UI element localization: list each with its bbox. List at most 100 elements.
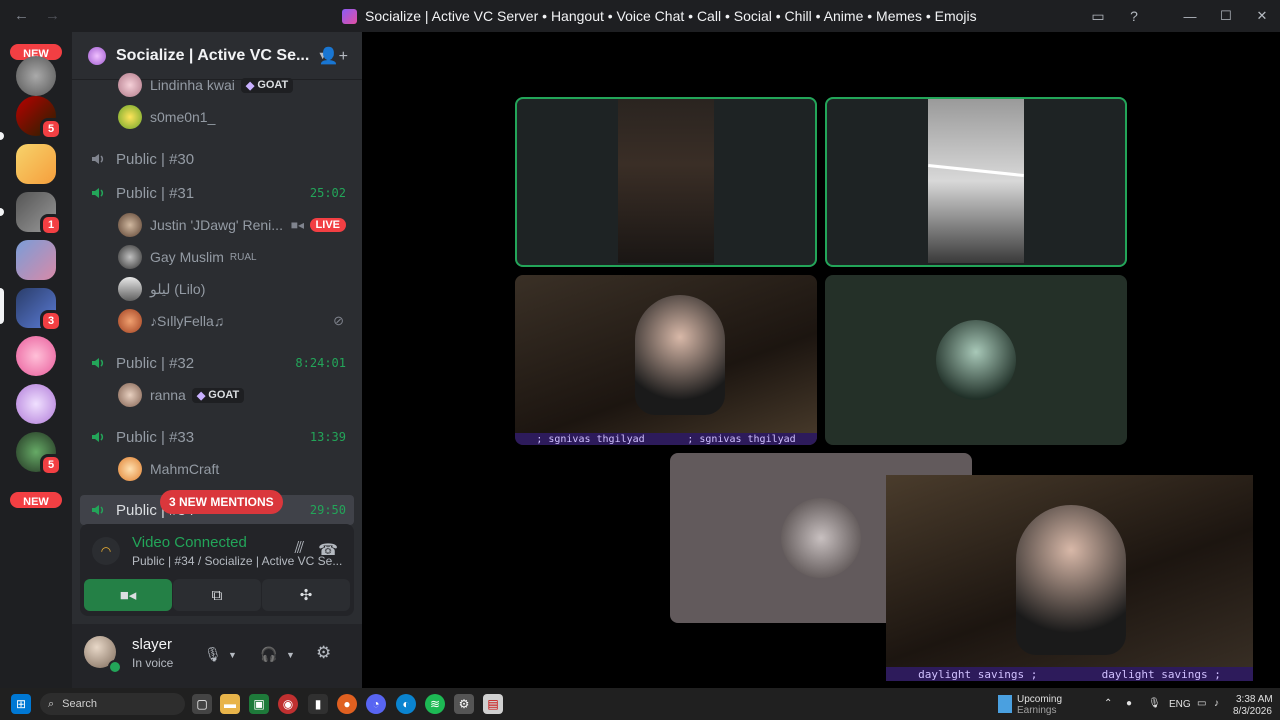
- guild-icon[interactable]: [16, 336, 56, 376]
- avatar: [118, 457, 142, 481]
- tray-app-icon[interactable]: ●: [1126, 698, 1132, 709]
- tag-label: GOAT: [257, 79, 289, 91]
- new-unreads-pill[interactable]: NEW: [8, 490, 64, 510]
- volume-icon[interactable]: ♪: [1214, 698, 1219, 709]
- activities-button[interactable]: ✣: [262, 579, 350, 611]
- search-box[interactable]: ⌕ Search: [40, 693, 185, 715]
- guild-icon[interactable]: 5: [16, 432, 62, 476]
- video-popout[interactable]: daylight savings ; daylight savings ;: [886, 475, 1253, 681]
- guild-icon[interactable]: [16, 56, 56, 96]
- mention-badge: 3: [40, 310, 62, 332]
- window-title-wrap: Socialize | Active VC Server • Hangout •…: [342, 8, 977, 24]
- app-icon[interactable]: ▣: [249, 694, 269, 714]
- voice-status[interactable]: Video Connected: [132, 534, 247, 551]
- activities-icon: ✣: [299, 587, 313, 604]
- voice-channel[interactable]: Public | #31 25:02: [80, 178, 354, 208]
- voice-user[interactable]: ranna ◆ GOAT: [80, 380, 354, 410]
- inbox-icon[interactable]: ▭: [1080, 0, 1116, 32]
- news-title[interactable]: Upcoming: [1017, 694, 1062, 705]
- video-tile[interactable]: [825, 275, 1127, 445]
- headphones-icon[interactable]: 🎧: [260, 646, 277, 663]
- file-explorer-icon[interactable]: ▬: [220, 694, 240, 714]
- voice-channel-path: Public | #34 / Socialize | Active VC Se.…: [132, 554, 343, 568]
- disconnect-icon[interactable]: ☎: [318, 540, 338, 560]
- edge-icon[interactable]: ◐: [396, 694, 416, 714]
- unread-pill: [0, 208, 4, 216]
- video-tile[interactable]: [825, 97, 1127, 267]
- voice-user[interactable]: MahmCraft: [80, 454, 354, 484]
- settings-gear-icon[interactable]: ⚙: [316, 643, 331, 663]
- guild-icon[interactable]: 1: [16, 192, 62, 236]
- channel-sidebar: Socialize | Active VC Se... ▼ 👤+ Lindinh…: [72, 32, 362, 688]
- video-tile[interactable]: [515, 97, 817, 267]
- gem-icon: ◆: [245, 79, 255, 92]
- server-icon: [342, 8, 357, 24]
- overlay-text: ; sgnivas thgilyad: [687, 433, 796, 445]
- clock-date[interactable]: 8/3/2026: [1233, 706, 1272, 717]
- news-icon[interactable]: [998, 695, 1012, 713]
- windows-start-icon[interactable]: ⊞: [11, 694, 31, 714]
- video-feed: [635, 295, 725, 415]
- guild-icon-socialize[interactable]: 3: [16, 288, 62, 332]
- audio-app-icon[interactable]: ▮: [308, 694, 328, 714]
- voice-user[interactable]: ♪SıllyFella♫ ⊘: [80, 306, 354, 336]
- video-feed: [618, 99, 714, 263]
- signal-icon[interactable]: ◠: [92, 537, 120, 565]
- back-arrow-icon[interactable]: ←: [14, 7, 29, 24]
- screen-share-button[interactable]: ⧉: [173, 579, 261, 611]
- camera-button[interactable]: ■◂: [84, 579, 172, 611]
- server-name: Socialize | Active VC Se...: [116, 46, 310, 64]
- invite-people-icon[interactable]: 👤+: [319, 46, 348, 66]
- close-button[interactable]: ✕: [1244, 0, 1280, 32]
- video-tile[interactable]: ; sgnivas thgilyad ; sgnivas thgilyad: [515, 275, 817, 445]
- tray-mic-icon[interactable]: 🎙: [1148, 698, 1161, 709]
- clan-tag: RUAL: [229, 251, 257, 263]
- firefox-icon[interactable]: ●: [337, 694, 357, 714]
- mention-badge: 5: [40, 118, 62, 140]
- guild-icon[interactable]: [16, 240, 56, 280]
- discord-icon[interactable]: ◔: [366, 694, 386, 714]
- noise-suppression-icon[interactable]: ⫻: [294, 540, 304, 558]
- task-view-icon[interactable]: ▢: [192, 694, 212, 714]
- forward-arrow-icon[interactable]: →: [45, 7, 60, 24]
- guild-icon[interactable]: [16, 384, 56, 424]
- guild-icon[interactable]: [16, 144, 56, 184]
- nav-buttons: ← →: [14, 7, 60, 24]
- voice-channel[interactable]: Public | #30: [80, 144, 354, 174]
- voice-user[interactable]: Justin 'JDawg' Reni... ■◂ LIVE: [80, 210, 354, 240]
- minimize-button[interactable]: —: [1172, 0, 1208, 32]
- maximize-button[interactable]: ☐: [1208, 0, 1244, 32]
- username[interactable]: slayer: [132, 636, 172, 653]
- microphone-icon[interactable]: 🎙: [204, 646, 222, 663]
- language-indicator[interactable]: ENG: [1169, 699, 1191, 710]
- app-icon[interactable]: ▤: [483, 694, 503, 714]
- voice-user[interactable]: Gay Muslim RUAL: [80, 242, 354, 272]
- new-mentions-pill[interactable]: 3 NEW MENTIONS: [160, 490, 283, 514]
- chevron-down-icon[interactable]: ▼: [286, 650, 295, 660]
- live-badge: LIVE: [309, 218, 346, 232]
- network-icon[interactable]: ▭: [1197, 698, 1206, 709]
- user-name: MahmCraft: [150, 461, 220, 477]
- voice-user[interactable]: s0me0n1_: [80, 102, 354, 132]
- muted-icon: ⊘: [333, 313, 344, 328]
- speaker-icon: [88, 149, 108, 169]
- avatar: [118, 309, 142, 333]
- channel-name: Public | #33: [116, 428, 195, 446]
- settings-gear-icon[interactable]: ⚙: [454, 694, 474, 714]
- help-icon[interactable]: ?: [1116, 0, 1152, 32]
- clock-time[interactable]: 3:38 AM: [1236, 694, 1273, 705]
- video-camera-icon: ■◂: [119, 587, 137, 604]
- tray-chevron-up-icon[interactable]: ⌃: [1104, 698, 1112, 709]
- avatar: [781, 498, 861, 578]
- guild-icon[interactable]: 5: [16, 96, 62, 140]
- search-label: Search: [62, 698, 98, 710]
- chevron-down-icon[interactable]: ▼: [228, 650, 237, 660]
- spotify-icon[interactable]: ≋: [425, 694, 445, 714]
- voice-channel[interactable]: Public | #32 8:24:01: [80, 348, 354, 378]
- speaker-icon: [88, 427, 108, 447]
- user-name: Lindinha kwai: [150, 77, 235, 93]
- voice-user[interactable]: Lindinha kwai ◆ GOAT: [80, 70, 354, 100]
- app-icon[interactable]: ◉: [278, 694, 298, 714]
- voice-channel[interactable]: Public | #33 13:39: [80, 422, 354, 452]
- voice-user[interactable]: ليلو (Lilo): [80, 274, 354, 304]
